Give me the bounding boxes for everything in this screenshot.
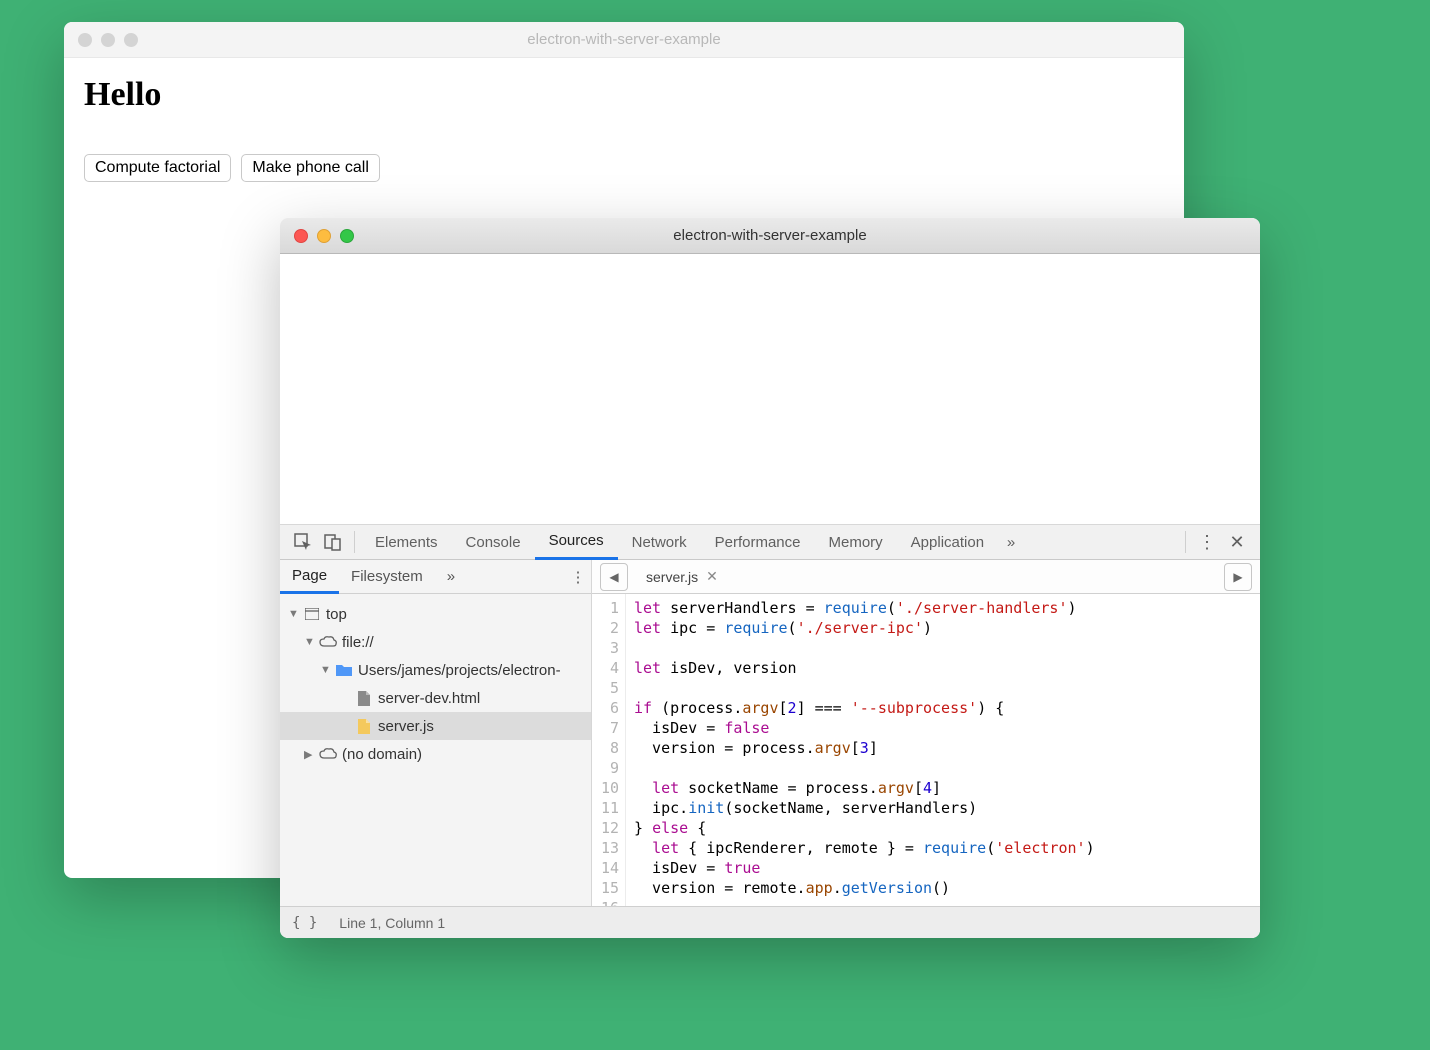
editor-statusbar: { } Line 1, Column 1 bbox=[280, 906, 1260, 938]
app-titlebar[interactable]: electron-with-server-example bbox=[64, 22, 1184, 58]
minimize-icon[interactable] bbox=[317, 229, 331, 243]
tree-label: Users/james/projects/electron- bbox=[358, 662, 561, 679]
folder-icon bbox=[334, 664, 354, 676]
editor-pane: ◀ server.js ✕ ▶ 1 2 3 4 5 6 7 8 9 10 11 … bbox=[592, 560, 1260, 906]
tab-application[interactable]: Application bbox=[897, 524, 998, 560]
navigator-tabs: Page Filesystem » ⋮ bbox=[280, 560, 591, 594]
subtab-page[interactable]: Page bbox=[280, 560, 339, 594]
tab-memory[interactable]: Memory bbox=[815, 524, 897, 560]
rendered-viewport bbox=[280, 254, 1260, 524]
zoom-icon[interactable] bbox=[124, 33, 138, 47]
minimize-icon[interactable] bbox=[101, 33, 115, 47]
line-gutter: 1 2 3 4 5 6 7 8 9 10 11 12 13 14 15 16 1… bbox=[592, 594, 626, 906]
compute-factorial-button[interactable]: Compute factorial bbox=[84, 154, 231, 182]
zoom-icon[interactable] bbox=[340, 229, 354, 243]
code-content: let serverHandlers = require('./server-h… bbox=[626, 594, 1260, 906]
devtools-window-title: electron-with-server-example bbox=[280, 227, 1260, 244]
navigator-kebab-icon[interactable]: ⋮ bbox=[565, 568, 591, 586]
navigator-pane: Page Filesystem » ⋮ ▼ top ▼ bbox=[280, 560, 592, 906]
close-tab-icon[interactable]: ✕ bbox=[706, 568, 718, 585]
chevron-right-icon: ▶ bbox=[304, 748, 318, 761]
cursor-position: Line 1, Column 1 bbox=[339, 915, 445, 931]
sources-panel: Page Filesystem » ⋮ ▼ top ▼ bbox=[280, 560, 1260, 906]
devtools-tabbar: Elements Console Sources Network Perform… bbox=[280, 524, 1260, 560]
devtools-window: electron-with-server-example Elements Co… bbox=[280, 218, 1260, 938]
editor-tabbar: ◀ server.js ✕ ▶ bbox=[592, 560, 1260, 594]
file-tree: ▼ top ▼ file:// ▼ bbox=[280, 594, 591, 906]
chevron-down-icon: ▼ bbox=[304, 636, 318, 648]
cloud-icon bbox=[318, 748, 338, 760]
pretty-print-icon[interactable]: { } bbox=[292, 915, 317, 931]
tab-network[interactable]: Network bbox=[618, 524, 701, 560]
app-window-title: electron-with-server-example bbox=[64, 31, 1184, 48]
page-heading: Hello bbox=[84, 76, 1164, 114]
tab-elements[interactable]: Elements bbox=[361, 524, 452, 560]
code-editor[interactable]: 1 2 3 4 5 6 7 8 9 10 11 12 13 14 15 16 1… bbox=[592, 594, 1260, 906]
traffic-lights bbox=[280, 229, 354, 243]
tree-top[interactable]: ▼ top bbox=[280, 600, 591, 628]
inspect-element-icon[interactable] bbox=[288, 527, 318, 557]
tree-label: server.js bbox=[378, 718, 434, 735]
chevron-down-icon: ▼ bbox=[320, 664, 334, 676]
tree-file-scheme[interactable]: ▼ file:// bbox=[280, 628, 591, 656]
tree-label: (no domain) bbox=[342, 746, 422, 763]
tab-console[interactable]: Console bbox=[452, 524, 535, 560]
js-file-icon bbox=[354, 719, 374, 734]
button-row: Compute factorial Make phone call bbox=[84, 154, 1164, 182]
file-tab-serverjs[interactable]: server.js ✕ bbox=[636, 560, 728, 594]
close-devtools-icon[interactable]: ✕ bbox=[1222, 527, 1252, 557]
tabs-overflow-icon[interactable]: » bbox=[998, 534, 1024, 551]
close-icon[interactable] bbox=[294, 229, 308, 243]
tree-file-js[interactable]: server.js bbox=[280, 712, 591, 740]
device-toolbar-icon[interactable] bbox=[318, 527, 348, 557]
tree-no-domain[interactable]: ▶ (no domain) bbox=[280, 740, 591, 768]
subtab-filesystem[interactable]: Filesystem bbox=[339, 560, 435, 594]
make-phone-call-button[interactable]: Make phone call bbox=[241, 154, 380, 182]
kebab-menu-icon[interactable]: ⋮ bbox=[1192, 527, 1222, 557]
tab-performance[interactable]: Performance bbox=[701, 524, 815, 560]
traffic-lights bbox=[64, 33, 138, 47]
devtools-titlebar[interactable]: electron-with-server-example bbox=[280, 218, 1260, 254]
frame-icon bbox=[302, 608, 322, 620]
cloud-icon bbox=[318, 636, 338, 648]
chevron-down-icon: ▼ bbox=[288, 608, 302, 620]
toggle-debugger-icon[interactable]: ▶ bbox=[1224, 563, 1252, 591]
tab-sources[interactable]: Sources bbox=[535, 524, 618, 560]
file-tab-label: server.js bbox=[646, 569, 698, 585]
toggle-navigator-icon[interactable]: ◀ bbox=[600, 563, 628, 591]
close-icon[interactable] bbox=[78, 33, 92, 47]
subtabs-overflow-icon[interactable]: » bbox=[435, 560, 467, 594]
document-icon bbox=[354, 691, 374, 706]
tree-label: file:// bbox=[342, 634, 374, 651]
tree-label: server-dev.html bbox=[378, 690, 480, 707]
tree-file-html[interactable]: server-dev.html bbox=[280, 684, 591, 712]
app-body: Hello Compute factorial Make phone call bbox=[64, 58, 1184, 200]
divider bbox=[1185, 531, 1186, 553]
divider bbox=[354, 531, 355, 553]
tree-folder[interactable]: ▼ Users/james/projects/electron- bbox=[280, 656, 591, 684]
tree-label: top bbox=[326, 606, 347, 623]
